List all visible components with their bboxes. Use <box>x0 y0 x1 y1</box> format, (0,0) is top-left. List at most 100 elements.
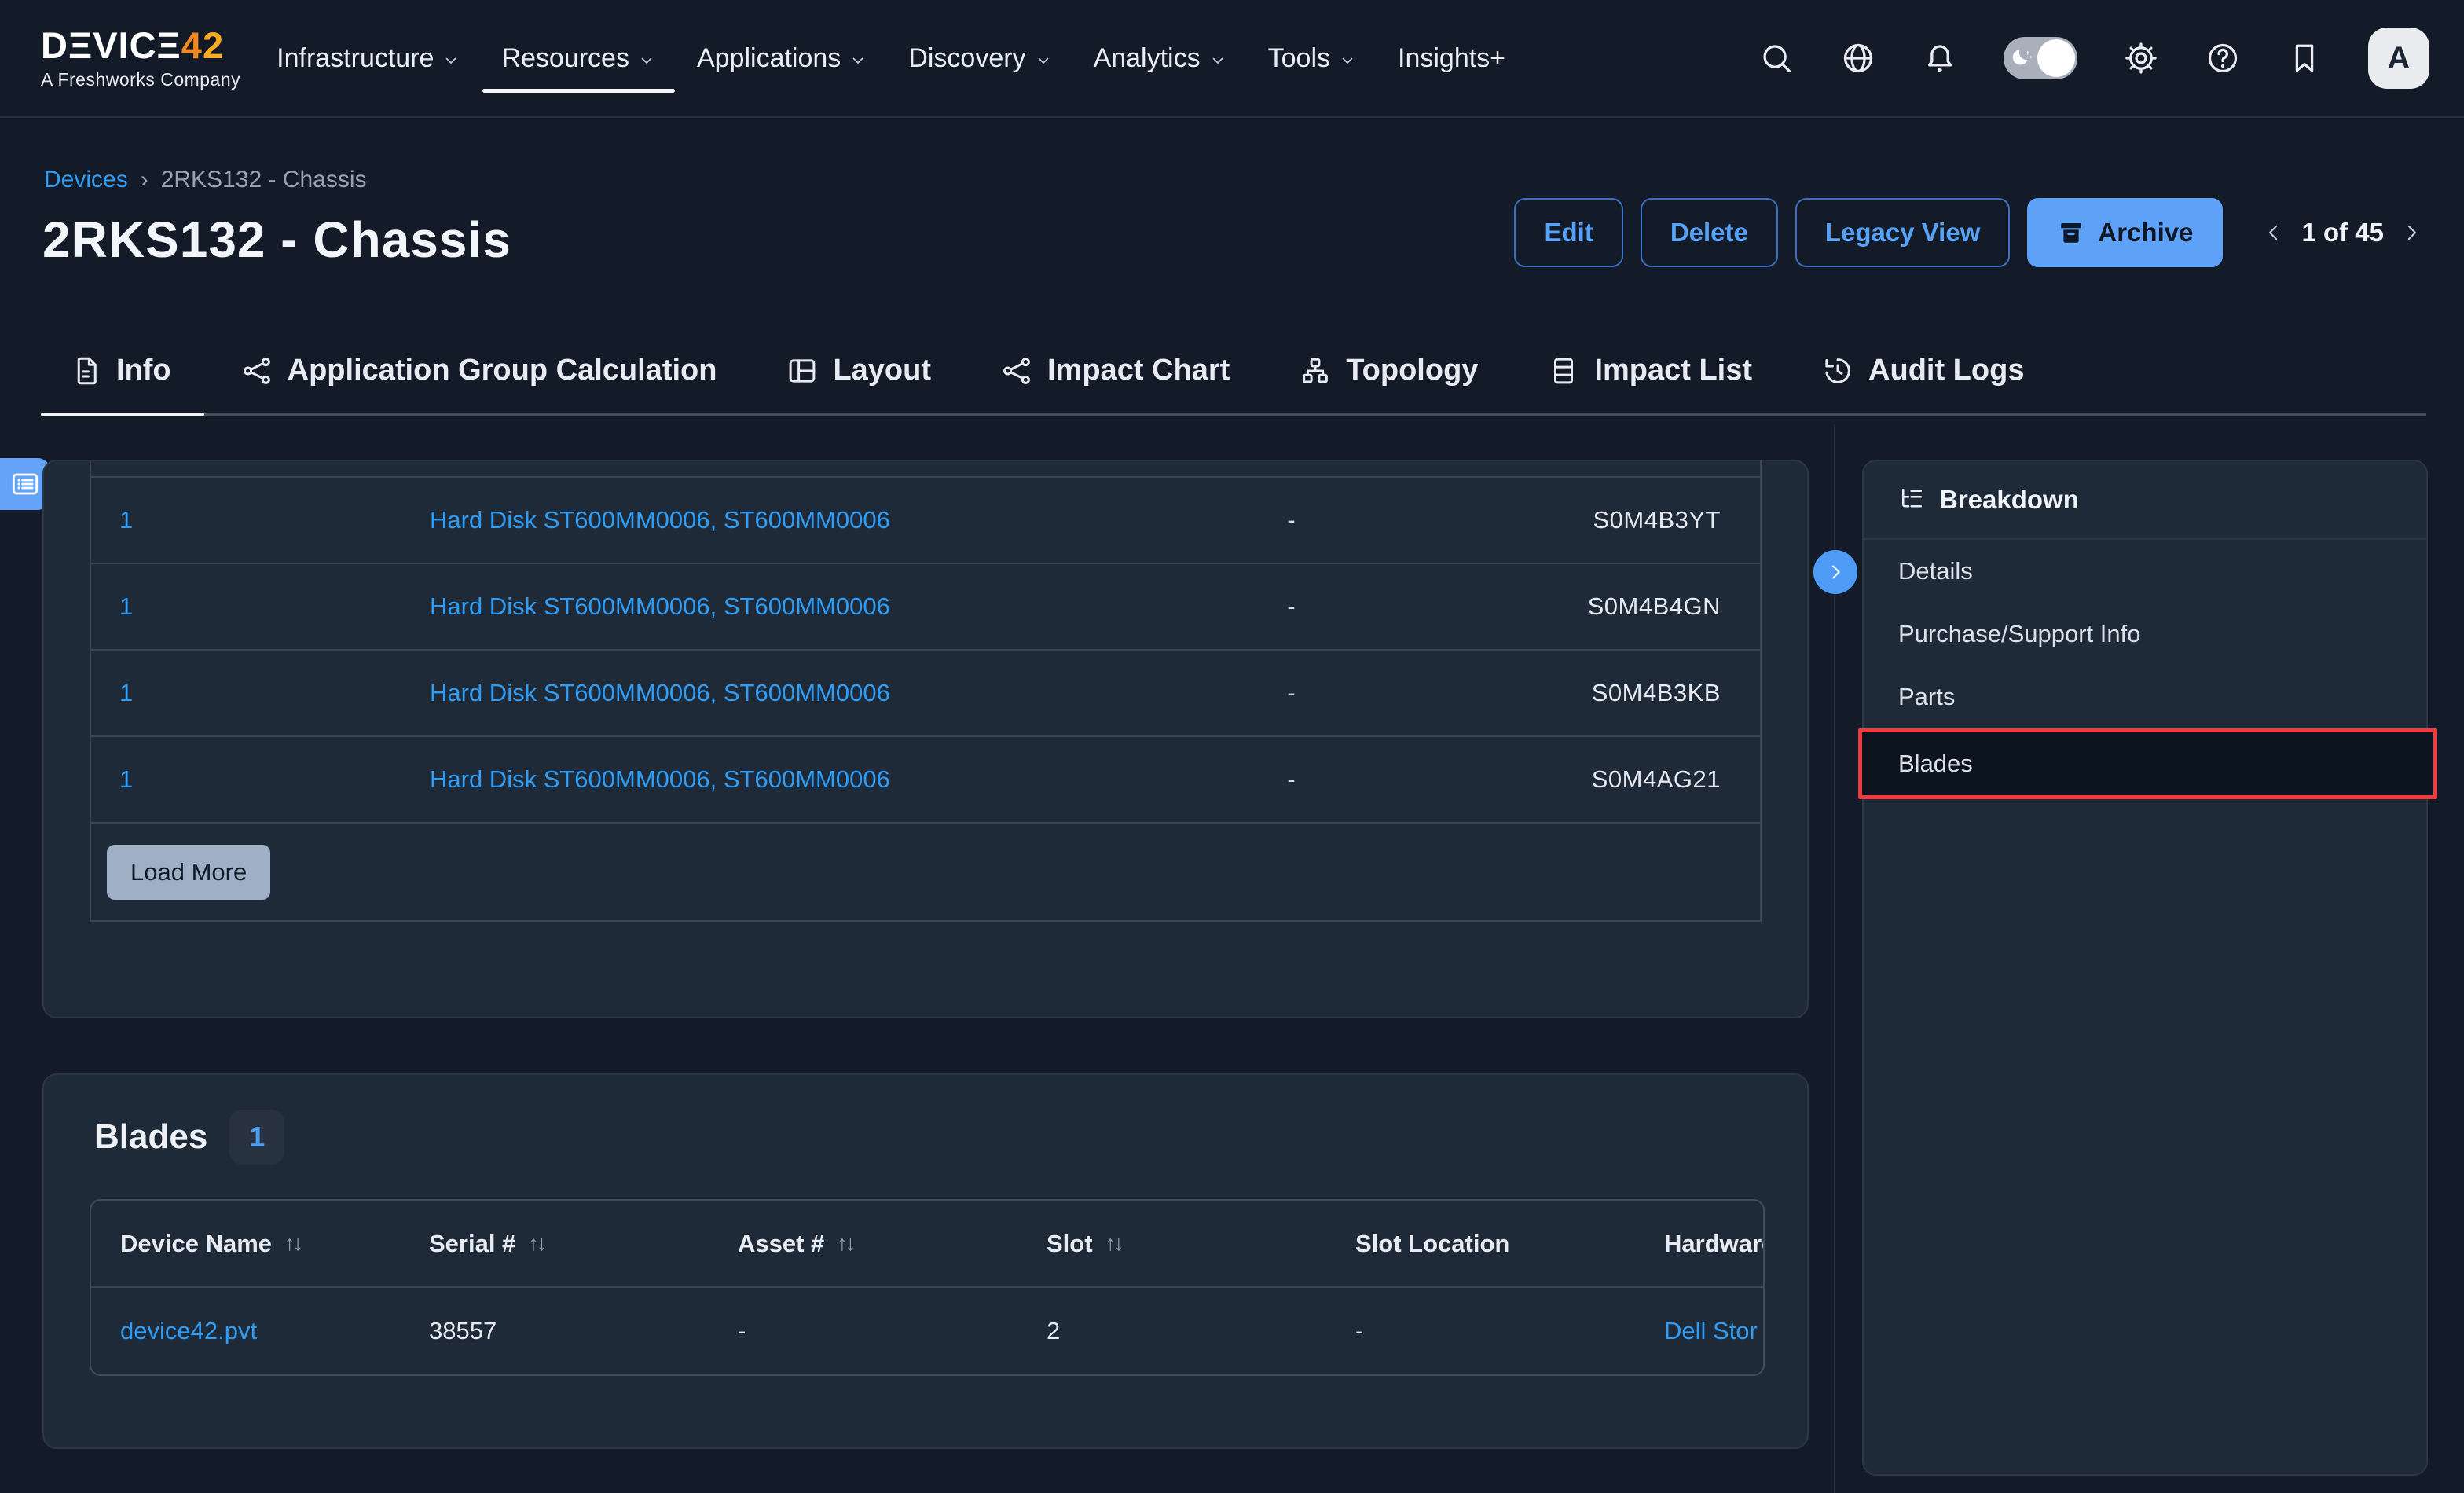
chevron-right-icon[interactable] <box>2400 221 2423 244</box>
search-icon[interactable] <box>1758 40 1795 76</box>
nav-item[interactable]: Tools <box>1268 0 1357 117</box>
toggle-knob <box>2037 39 2075 77</box>
tab-label: Topology <box>1346 354 1478 387</box>
chevron-down-icon <box>849 51 867 70</box>
serial-cell: S0M4B3KB <box>1474 679 1760 707</box>
rows-icon <box>1547 354 1580 387</box>
clipped-row <box>91 460 1760 478</box>
column-header[interactable]: Hardware <box>1635 1230 1765 1258</box>
slot-location-cell: - <box>1326 1317 1635 1345</box>
bell-icon[interactable] <box>1922 40 1958 76</box>
breadcrumb-devices-link[interactable]: Devices <box>44 167 128 193</box>
sort-icon[interactable]: ↑↓ <box>1106 1231 1122 1256</box>
sidebar-item-label: Parts <box>1898 683 1955 711</box>
sidebar-item[interactable]: Details <box>1864 540 2426 603</box>
hardware-link[interactable]: Dell Stor <box>1664 1317 1758 1344</box>
gear-icon[interactable] <box>2123 40 2159 76</box>
column-label: Slot <box>1047 1230 1093 1258</box>
sidebar-item-label: Blades <box>1898 750 1973 778</box>
load-more-button[interactable]: Load More <box>107 845 270 900</box>
column-header[interactable]: Asset # ↑↓ <box>709 1230 1018 1258</box>
asset-cell: - <box>709 1317 1018 1345</box>
document-icon <box>69 354 102 387</box>
tab[interactable]: Info <box>68 343 173 413</box>
part-name-link[interactable]: Hard Disk ST600MM0006, ST600MM0006 <box>430 679 890 706</box>
breadcrumb: Devices › 2RKS132 - Chassis <box>44 167 367 193</box>
moon-icon <box>2009 44 2037 72</box>
tab-label: Impact List <box>1594 354 1752 387</box>
nav-item[interactable]: Resources <box>501 0 656 117</box>
quantity-link[interactable]: 1 <box>119 506 133 534</box>
nav-item[interactable]: Discovery <box>908 0 1052 117</box>
help-icon[interactable] <box>2205 40 2241 76</box>
table-footer: Load More <box>91 824 1760 922</box>
nav-item-label: Resources <box>501 43 629 74</box>
tab-label: Info <box>116 354 171 387</box>
quantity-link[interactable]: 1 <box>119 765 133 793</box>
quantity-link[interactable]: 1 <box>119 592 133 620</box>
tab[interactable]: Impact List <box>1546 343 1754 413</box>
nav-item[interactable]: Applications <box>697 0 867 117</box>
breakdown-sidebar: Breakdown Details Purchase/Support Info … <box>1862 460 2428 1476</box>
tab[interactable]: Layout <box>784 343 933 413</box>
sidebar-collapse-button[interactable] <box>1813 550 1857 594</box>
sort-icon[interactable]: ↑↓ <box>837 1231 853 1256</box>
nav-icons-right <box>2123 40 2323 76</box>
slot-cell: 2 <box>1018 1317 1326 1345</box>
device42-logo[interactable]: DΞVICΞ42 A Freshworks Company <box>41 27 240 90</box>
blades-table: Device Name ↑↓ Serial # ↑↓ Asset # ↑↓ <box>90 1199 1765 1376</box>
theme-toggle[interactable] <box>2004 37 2077 79</box>
blades-count-badge: 1 <box>229 1110 284 1165</box>
nav-utilities: A <box>1758 28 2429 89</box>
archive-button[interactable]: Archive <box>2027 198 2223 267</box>
asset-cell: - <box>1109 765 1474 794</box>
tab[interactable]: Topology <box>1297 343 1480 413</box>
parts-rows: 1 Hard Disk ST600MM0006, ST600MM0006 - S… <box>91 478 1760 824</box>
sidebar-item[interactable]: Purchase/Support Info <box>1864 603 2426 666</box>
avatar[interactable]: A <box>2368 28 2429 89</box>
asset-cell: - <box>1109 592 1474 621</box>
nav-item[interactable]: Insights+ <box>1398 0 1505 117</box>
column-header[interactable]: Serial # ↑↓ <box>400 1230 709 1258</box>
sort-icon[interactable]: ↑↓ <box>284 1231 301 1256</box>
blades-title: Blades <box>94 1117 207 1157</box>
nav-item[interactable]: Analytics <box>1094 0 1227 117</box>
column-header[interactable]: Slot Location <box>1326 1230 1635 1258</box>
part-name-link[interactable]: Hard Disk ST600MM0006, ST600MM0006 <box>430 592 890 620</box>
topology-icon <box>1299 354 1332 387</box>
nav-item[interactable]: Infrastructure <box>277 0 460 117</box>
chevron-down-icon <box>1338 51 1357 70</box>
archive-label: Archive <box>2098 218 2193 248</box>
breakdown-items: Details Purchase/Support Info Parts Blad… <box>1864 540 2426 799</box>
nav-item-label: Applications <box>697 43 841 74</box>
sidebar-item[interactable]: Parts <box>1864 666 2426 728</box>
column-header[interactable]: Device Name ↑↓ <box>91 1230 400 1258</box>
tab[interactable]: Application Group Calculation <box>239 343 719 413</box>
sidebar-item[interactable]: Blades <box>1858 728 2437 799</box>
part-name-link[interactable]: Hard Disk ST600MM0006, ST600MM0006 <box>430 765 890 793</box>
legacy-view-button[interactable]: Legacy View <box>1795 198 2011 267</box>
edit-button[interactable]: Edit <box>1514 198 1622 267</box>
layout-icon <box>786 354 819 387</box>
part-name-link[interactable]: Hard Disk ST600MM0006, ST600MM0006 <box>430 506 890 534</box>
main-menu: Infrastructure Resources Applications Di… <box>277 0 1505 117</box>
serial-cell: 38557 <box>400 1317 709 1345</box>
quantity-link[interactable]: 1 <box>119 679 133 706</box>
sidebar-item-label: Purchase/Support Info <box>1898 620 2140 648</box>
chevron-down-icon <box>1034 51 1053 70</box>
nav-item-label: Discovery <box>908 43 1025 74</box>
blades-card: Blades 1 Device Name ↑↓ Serial # ↑↓ <box>42 1073 1809 1449</box>
tab[interactable]: Audit Logs <box>1820 343 2026 413</box>
blades-header: Blades 1 <box>94 1110 284 1165</box>
table-row: 1 Hard Disk ST600MM0006, ST600MM0006 - S… <box>91 651 1760 737</box>
chevron-left-icon[interactable] <box>2262 221 2286 244</box>
device-name-link[interactable]: device42.pvt <box>120 1317 257 1344</box>
delete-button[interactable]: Delete <box>1641 198 1778 267</box>
tab[interactable]: Impact Chart <box>999 343 1231 413</box>
globe-icon[interactable] <box>1840 40 1876 76</box>
network-icon <box>240 354 273 387</box>
column-header[interactable]: Slot ↑↓ <box>1018 1230 1326 1258</box>
sort-icon[interactable]: ↑↓ <box>528 1231 544 1256</box>
device42-app: DΞVICΞ42 A Freshworks Company Infrastruc… <box>0 0 2464 1493</box>
bookmark-icon[interactable] <box>2286 40 2323 76</box>
